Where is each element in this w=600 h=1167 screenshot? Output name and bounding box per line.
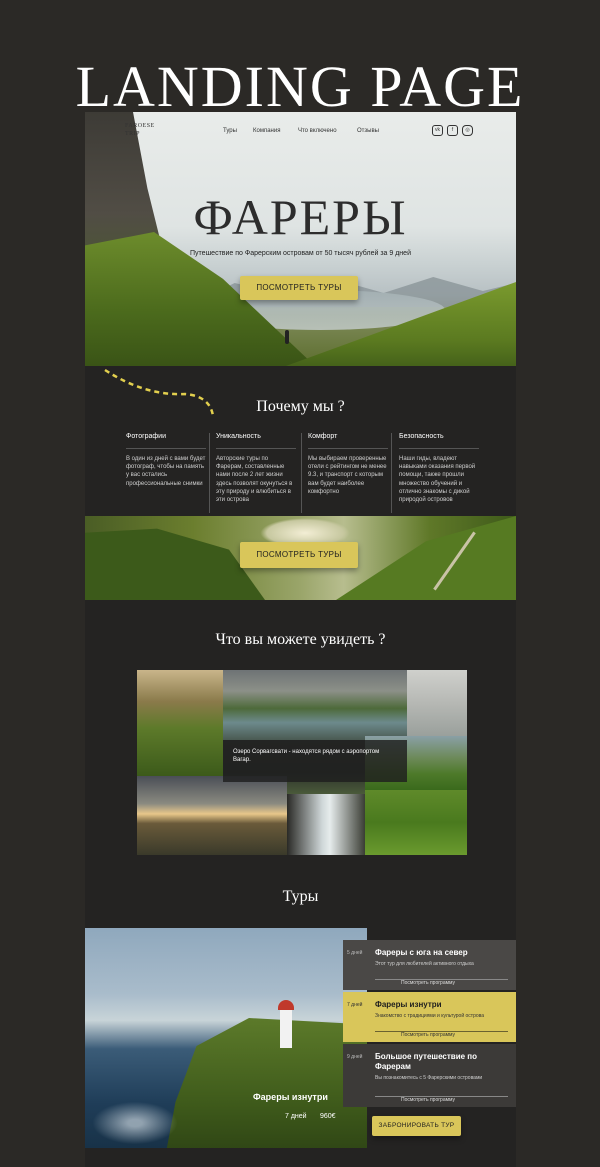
tour-card-inside[interactable]: 7 дней Фареры изнутри Знакомство с тради… bbox=[343, 992, 516, 1042]
program-link[interactable]: Посмотреть программу bbox=[401, 1032, 455, 1038]
tour-photo-name: Фареры изнутри bbox=[253, 1092, 328, 1102]
feature-title: Уникальность bbox=[216, 433, 261, 440]
tour-name: Фареры с юга на север bbox=[375, 948, 468, 957]
feature-text: Авторские туры по Фарерам, составленные … bbox=[216, 456, 293, 504]
tour-card-south-north[interactable]: 5 дней Фареры с юга на север Этот тур дл… bbox=[343, 940, 516, 990]
tour-card-big-trip[interactable]: 9 дней Большое путешествие по Фарерам Вы… bbox=[343, 1044, 516, 1107]
landing-page: FAROESE TRIP Туры Компания Что включено … bbox=[85, 112, 516, 1167]
tour-days: 7 дней bbox=[347, 1002, 363, 1008]
feature-title: Фотографии bbox=[126, 433, 167, 440]
logo[interactable]: FAROESE TRIP bbox=[125, 122, 165, 138]
tour-desc: Знакомство с традициями и культурой остр… bbox=[375, 1013, 485, 1019]
hero-subtitle: Путешествие по Фарерским островам от 50 … bbox=[190, 250, 411, 257]
program-link[interactable]: Посмотреть программу bbox=[401, 980, 455, 986]
nav-link-tours[interactable]: Туры bbox=[223, 128, 237, 134]
hero-person bbox=[285, 330, 289, 344]
nav-link-reviews[interactable]: Отзывы bbox=[357, 128, 379, 134]
tour-desc: Вы познакомитесь с 5 Фарерскими островам… bbox=[375, 1075, 483, 1081]
feature-comfort: Комфорт Мы выбираем проверенные отели с … bbox=[308, 433, 388, 496]
feature-text: Мы выбираем проверенные отели с рейтинго… bbox=[308, 456, 387, 495]
gallery-photo[interactable] bbox=[407, 670, 467, 736]
tour-desc: Этот тур для любителей активного отдыха bbox=[375, 961, 474, 967]
gallery-photo[interactable] bbox=[365, 790, 467, 855]
lighthouse-icon bbox=[278, 1000, 294, 1010]
program-link[interactable]: Посмотреть программу bbox=[401, 1097, 455, 1103]
tour-photo-price: 960€ bbox=[320, 1113, 336, 1120]
gallery-caption: Озеро Сорвагсвати - находятся рядом с аэ… bbox=[223, 740, 407, 782]
nav-bar: FAROESE TRIP Туры Компания Что включено … bbox=[85, 120, 516, 144]
gallery-photo[interactable] bbox=[287, 794, 365, 855]
divider bbox=[301, 433, 302, 513]
vk-icon[interactable]: vk bbox=[432, 125, 443, 136]
hero-section: FAROESE TRIP Туры Компания Что включено … bbox=[85, 112, 516, 366]
book-tour-button[interactable]: ЗАБРОНИРОВАТЬ ТУР bbox=[372, 1116, 461, 1136]
instagram-icon[interactable]: ◎ bbox=[462, 125, 473, 136]
tour-name: Большое путешествие по Фарерам bbox=[375, 1052, 478, 1071]
gallery-photo[interactable] bbox=[137, 670, 223, 776]
feature-text: В один из дней с вами будет фотограф, чт… bbox=[126, 456, 206, 487]
tour-days: 9 дней bbox=[347, 1054, 363, 1060]
nav-link-company[interactable]: Компания bbox=[253, 128, 280, 134]
tour-name: Фареры изнутри bbox=[375, 1000, 442, 1009]
tours-title: Туры bbox=[282, 888, 319, 905]
feature-uniqueness: Уникальность Авторские туры по Фарерам, … bbox=[216, 433, 296, 504]
view-tours-button-2[interactable]: ПОСМОТРЕТЬ ТУРЫ bbox=[240, 542, 358, 568]
gallery-photo[interactable] bbox=[137, 776, 287, 855]
tour-photo-days: 7 дней bbox=[285, 1113, 307, 1120]
gallery-photo[interactable] bbox=[223, 670, 407, 740]
divider bbox=[391, 433, 392, 513]
photo-gallery: Озеро Сорвагсвати - находятся рядом с аэ… bbox=[137, 670, 467, 855]
why-title: Почему мы ? bbox=[256, 398, 345, 415]
see-title: Что вы можете увидеть ? bbox=[215, 631, 386, 648]
view-tours-button[interactable]: ПОСМОТРЕТЬ ТУРЫ bbox=[240, 276, 358, 300]
feature-safety: Безопасность Наши гиды, владеют навыками… bbox=[399, 433, 479, 504]
feature-text: Наши гиды, владеют навыками оказания пер… bbox=[399, 456, 476, 504]
feature-title: Безопасность bbox=[399, 433, 444, 440]
feature-title: Комфорт bbox=[308, 433, 338, 440]
divider bbox=[209, 433, 210, 513]
hero-title: ФАРЕРЫ bbox=[193, 189, 408, 245]
feature-photos: Фотографии В один из дней с вами будет ф… bbox=[126, 433, 206, 488]
landscape-band: ПОСМОТРЕТЬ ТУРЫ bbox=[85, 516, 516, 600]
nav-link-included[interactable]: Что включено bbox=[298, 128, 337, 134]
tour-days: 5 дней bbox=[347, 950, 363, 956]
facebook-icon[interactable]: f bbox=[447, 125, 458, 136]
